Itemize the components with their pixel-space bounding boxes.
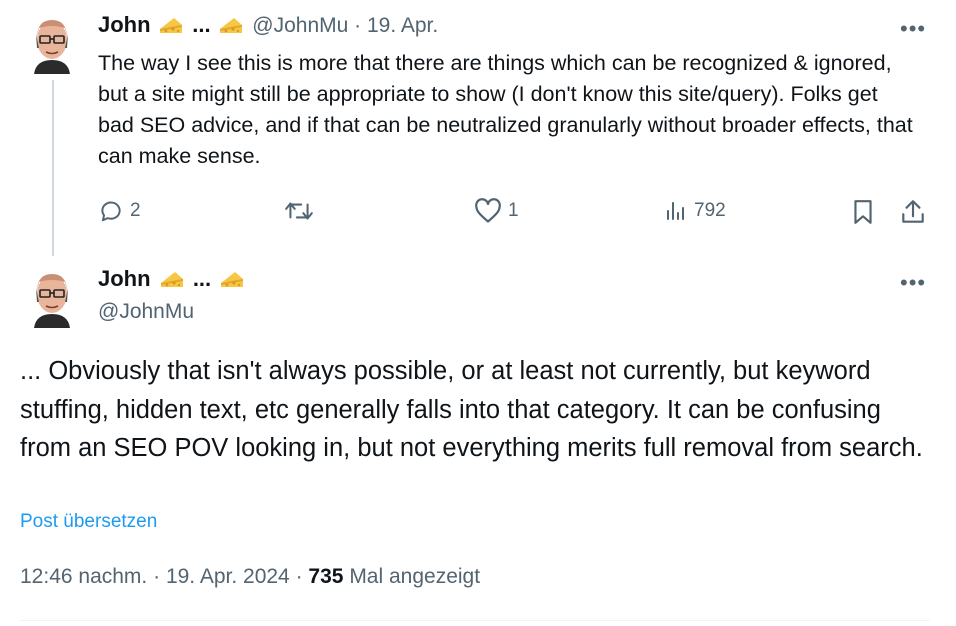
divider	[20, 620, 930, 621]
like-button[interactable]: 1	[474, 198, 519, 224]
handle[interactable]: @JohnMu	[252, 14, 348, 37]
name-ellipsis: ...	[192, 266, 212, 291]
tweet-header: John ... @JohnMu · 19. Apr.	[98, 12, 438, 41]
display-name[interactable]: John	[98, 266, 151, 291]
cheese-emoji-icon	[160, 269, 184, 295]
views-label: Mal angezeigt	[349, 565, 481, 588]
separator: ·	[295, 565, 303, 588]
tweet-date[interactable]: 19. Apr.	[367, 14, 438, 37]
repost-button[interactable]	[284, 198, 320, 224]
tweet-time[interactable]: 12:46 nachm.	[20, 565, 147, 588]
repost-icon	[285, 202, 313, 220]
reply-icon	[101, 201, 121, 222]
avatar[interactable]	[30, 268, 74, 328]
display-name[interactable]: John	[98, 12, 151, 37]
separator: ·	[354, 14, 362, 37]
views-count: 792	[694, 200, 726, 221]
tweet-header: John ...	[98, 266, 247, 295]
tweet-meta: 12:46 nachm. · 19. Apr. 2024 · 735 Mal a…	[20, 565, 480, 589]
share-button[interactable]	[900, 198, 926, 226]
translate-link[interactable]: Post übersetzen	[20, 511, 157, 533]
views-button[interactable]: 792	[664, 199, 726, 223]
cheese-emoji-icon	[159, 15, 183, 41]
like-icon	[475, 198, 501, 223]
views-icon	[667, 202, 684, 220]
action-bar: 2 1 792	[96, 196, 926, 228]
share-icon	[902, 200, 924, 223]
bookmark-icon	[854, 200, 872, 224]
thread-connector	[52, 80, 54, 256]
cheese-emoji-icon	[219, 15, 243, 41]
more-icon[interactable]: •••	[900, 18, 926, 40]
avatar[interactable]	[30, 14, 74, 74]
handle[interactable]: @JohnMu	[98, 300, 194, 324]
reply-button[interactable]: 2	[98, 198, 141, 224]
tweet-text: The way I see this is more that there ar…	[98, 51, 913, 168]
name-ellipsis: ...	[192, 12, 211, 37]
tweet-date[interactable]: 19. Apr. 2024	[166, 565, 290, 588]
tweet-text: ... Obviously that isn't always possible…	[20, 357, 923, 462]
views-count: 735	[308, 565, 344, 588]
reply-count: 2	[130, 200, 141, 221]
bookmark-button[interactable]	[852, 198, 874, 226]
like-count: 1	[508, 200, 519, 221]
separator: ·	[153, 565, 161, 588]
more-icon[interactable]: •••	[900, 272, 926, 294]
cheese-emoji-icon	[220, 269, 244, 295]
